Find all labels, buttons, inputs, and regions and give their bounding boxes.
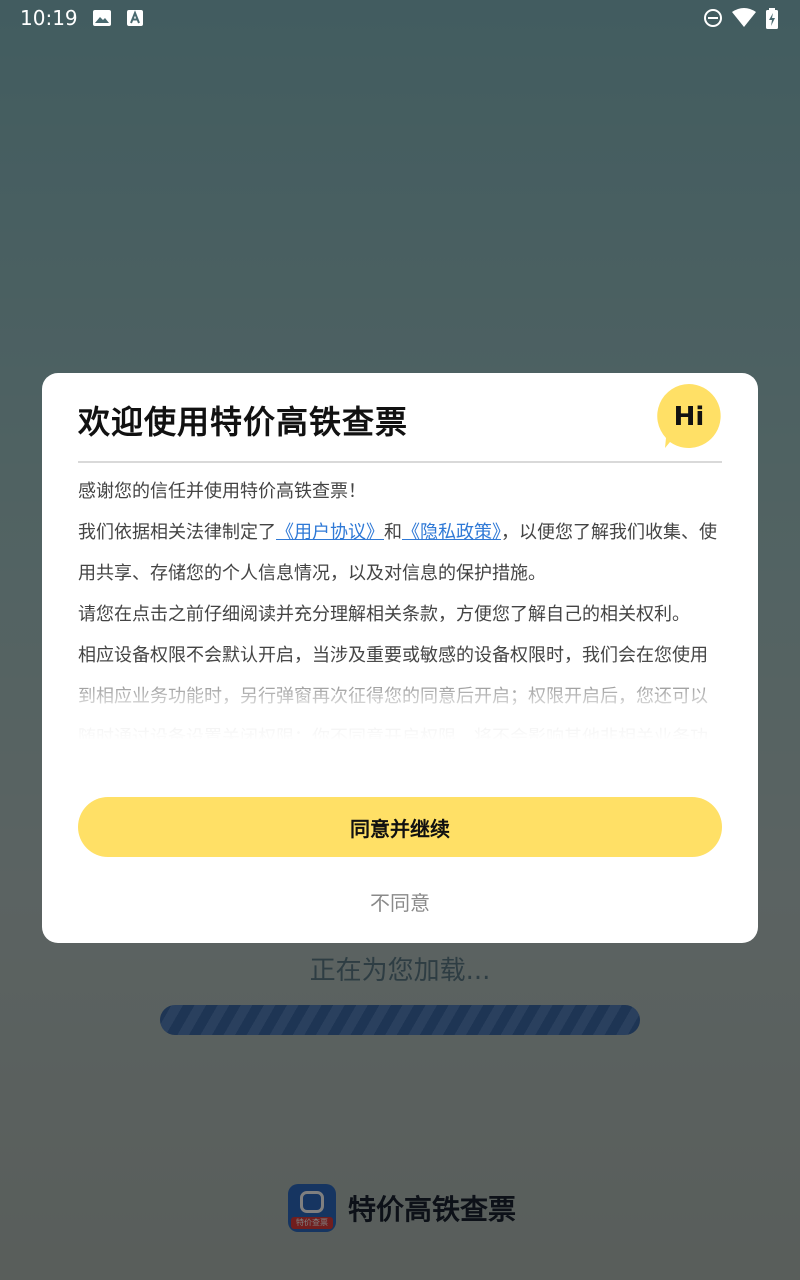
- hi-badge-icon: Hi: [657, 384, 721, 448]
- hi-badge-text: Hi: [674, 402, 705, 432]
- policy-text-and: 和: [384, 522, 402, 543]
- privacy-policy-link[interactable]: 《隐私政策》: [402, 522, 501, 543]
- privacy-dialog: 欢迎使用特价高铁查票 Hi 感谢您的信任并使用特价高铁查票！ 我们依据相关法律制…: [42, 373, 758, 943]
- agree-continue-button[interactable]: 同意并继续: [78, 797, 722, 857]
- status-bar: 10:19: [0, 0, 800, 36]
- title-divider: [78, 461, 722, 463]
- image-icon: [92, 8, 112, 32]
- status-time: 10:19: [20, 6, 78, 30]
- do-not-disturb-icon: [703, 8, 723, 33]
- dialog-title: 欢迎使用特价高铁查票: [78, 403, 409, 441]
- disagree-button[interactable]: 不同意: [300, 881, 500, 921]
- font-a-icon: [127, 8, 143, 32]
- text-fade-overlay: [78, 659, 722, 741]
- paragraph-policy: 我们依据相关法律制定了《用户协议》和《隐私政策》，以便您了解我们收集、使用共享、…: [78, 512, 722, 594]
- paragraph-read-carefully: 请您在点击之前仔细阅读并充分理解相关条款，方便您了解自己的相关权利。: [78, 604, 690, 625]
- policy-text-before: 我们依据相关法律制定了: [78, 522, 276, 543]
- paragraph-thanks: 感谢您的信任并使用特价高铁查票！: [78, 481, 366, 502]
- user-agreement-link[interactable]: 《用户协议》: [276, 522, 384, 543]
- battery-icon: [765, 8, 779, 35]
- wifi-icon: [732, 8, 756, 33]
